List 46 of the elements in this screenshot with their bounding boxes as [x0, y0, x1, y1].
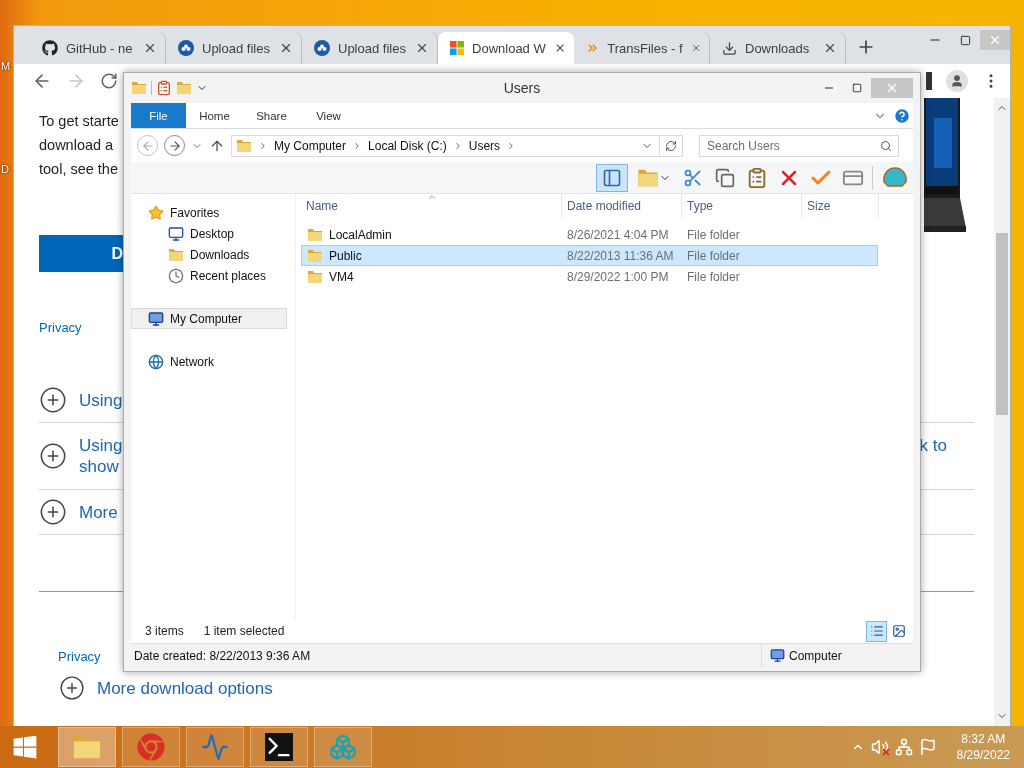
item-count: 3 items — [145, 624, 184, 638]
breadcrumb[interactable]: My Computer — [274, 138, 347, 153]
ribbon-tab[interactable]: View — [300, 103, 357, 128]
nav-item[interactable]: Downloads — [131, 244, 287, 265]
date-created-text: Date created: 8/22/2013 9:36 AM — [134, 648, 311, 663]
breadcrumb[interactable]: Local Disk (C:) — [368, 138, 447, 153]
section-link[interactable]: Using show — [79, 435, 123, 477]
breadcrumb[interactable]: Users — [468, 138, 501, 153]
file-menu-button[interactable]: File — [131, 103, 186, 128]
ribbon-tab[interactable]: Home — [186, 103, 243, 128]
file-name: LocalAdmin — [329, 227, 392, 242]
download-button[interactable]: D — [39, 235, 123, 272]
section-link[interactable]: More — [79, 501, 118, 523]
column-header[interactable]: Name — [301, 194, 562, 218]
selection-count: 1 item selected — [203, 624, 285, 638]
file-name: VM4 — [329, 269, 354, 284]
type-cell: File folder — [687, 269, 740, 284]
nav-item[interactable]: Recent places — [131, 265, 287, 286]
section-text: k to — [919, 435, 947, 456]
nav-item[interactable]: Network — [131, 351, 287, 372]
nav-item[interactable]: Desktop — [131, 223, 287, 244]
location-text: Computer — [789, 648, 842, 663]
column-header[interactable]: Size — [802, 194, 879, 218]
more-options-link[interactable]: More download options — [97, 677, 273, 699]
window-title: Users — [503, 80, 541, 96]
privacy-link[interactable]: Privacy — [58, 649, 101, 664]
type-cell: File folder — [687, 248, 740, 263]
date-cell: 8/29/2022 1:00 PM — [567, 269, 669, 284]
ribbon-tab[interactable]: Share — [243, 103, 300, 128]
file-row[interactable]: VM4 8/29/2022 1:00 PM File folder — [301, 266, 878, 287]
file-row[interactable]: LocalAdmin 8/26/2021 4:04 PM File folder — [301, 224, 878, 245]
type-cell: File folder — [687, 227, 740, 242]
privacy-link[interactable]: Privacy — [39, 320, 82, 335]
date-cell: 8/22/2013 11:36 AM — [567, 248, 674, 263]
nav-item[interactable]: My Computer — [131, 308, 287, 329]
file-row[interactable]: Public 8/22/2013 11:36 AM File folder — [301, 245, 878, 266]
nav-item[interactable]: Favorites — [131, 202, 287, 223]
section-link[interactable]: Using — [79, 389, 123, 411]
date-cell: 8/26/2021 4:04 PM — [567, 227, 669, 242]
column-header[interactable]: Type — [682, 194, 802, 218]
intro-paragraph: To get starte download a tool, see the — [39, 112, 119, 179]
address-field[interactable]: My Computer Local Disk (C:) Users — [231, 134, 683, 157]
file-name: Public — [329, 248, 362, 263]
column-header[interactable]: Date modified — [562, 194, 682, 218]
browser-tab[interactable]: Download W — [438, 32, 574, 64]
search-field[interactable]: Search Users — [699, 134, 899, 157]
